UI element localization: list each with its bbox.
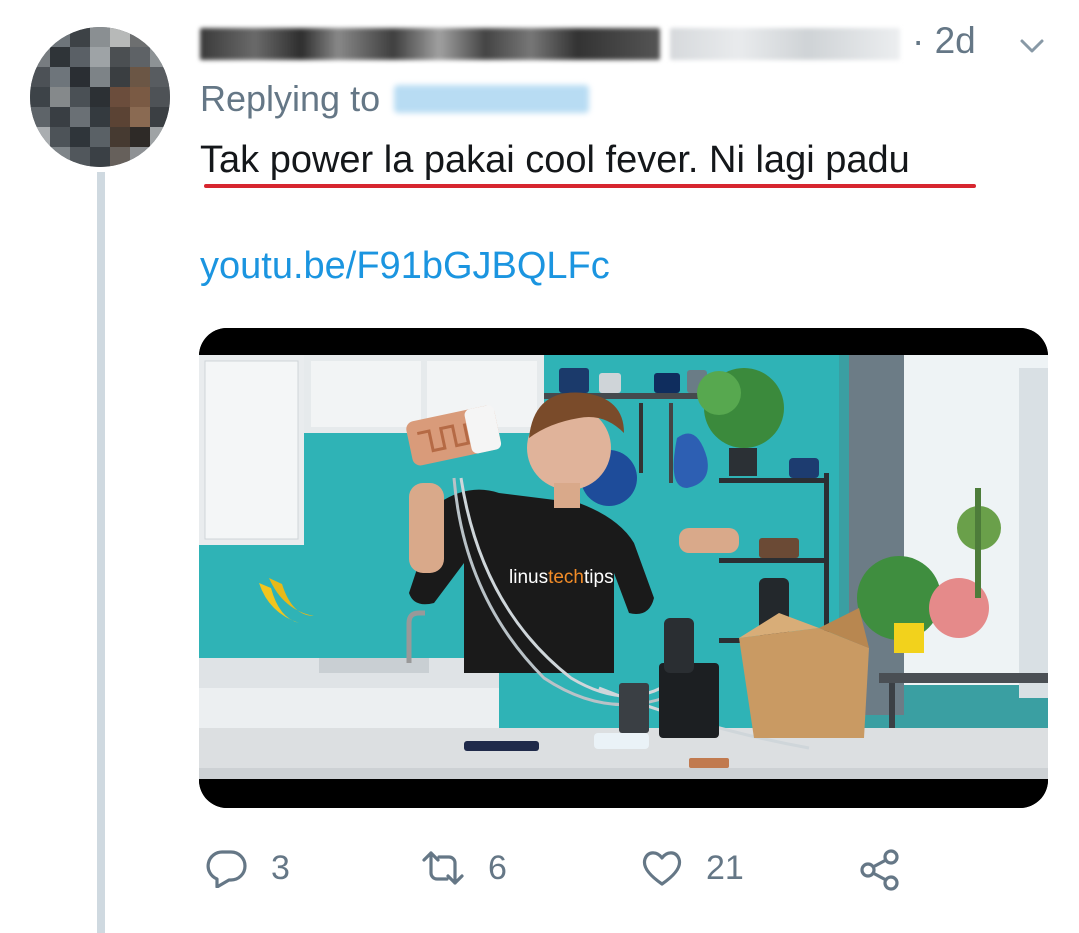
like-count: 21: [706, 848, 744, 887]
retweet-button[interactable]: 6: [420, 848, 507, 888]
share-icon: [860, 849, 899, 891]
thread-line: [97, 172, 105, 933]
retweet-count: 6: [488, 848, 507, 887]
reply-handle-redacted[interactable]: [394, 85, 590, 113]
like-button[interactable]: 21: [640, 848, 744, 888]
reply-button[interactable]: 3: [205, 848, 290, 888]
video-thumbnail-scene: linustechtips: [199, 328, 1048, 808]
reply-count: 3: [271, 848, 290, 887]
chevron-down-icon[interactable]: [1016, 30, 1048, 62]
share-button[interactable]: [858, 848, 902, 892]
replying-to: Replying to: [200, 78, 590, 120]
avatar[interactable]: [30, 27, 170, 167]
shirt-logo-text: linustechtips: [509, 567, 614, 588]
tweet-actions: 3 6 21: [200, 848, 960, 908]
tweet-text: Tak power la pakai cool fever. Ni lagi p…: [200, 139, 910, 181]
retweet-icon: [422, 851, 464, 885]
tweet-link[interactable]: youtu.be/F91bGJBQLFc: [200, 245, 610, 288]
like-icon: [642, 851, 682, 886]
tweet-timestamp[interactable]: · 2d: [912, 20, 976, 62]
reply-icon: [206, 850, 247, 888]
highlight-underline: [204, 184, 976, 188]
replying-to-label: Replying to: [200, 78, 381, 119]
author-name-redacted[interactable]: [200, 24, 900, 64]
media-thumbnail[interactable]: linustechtips: [199, 328, 1048, 808]
